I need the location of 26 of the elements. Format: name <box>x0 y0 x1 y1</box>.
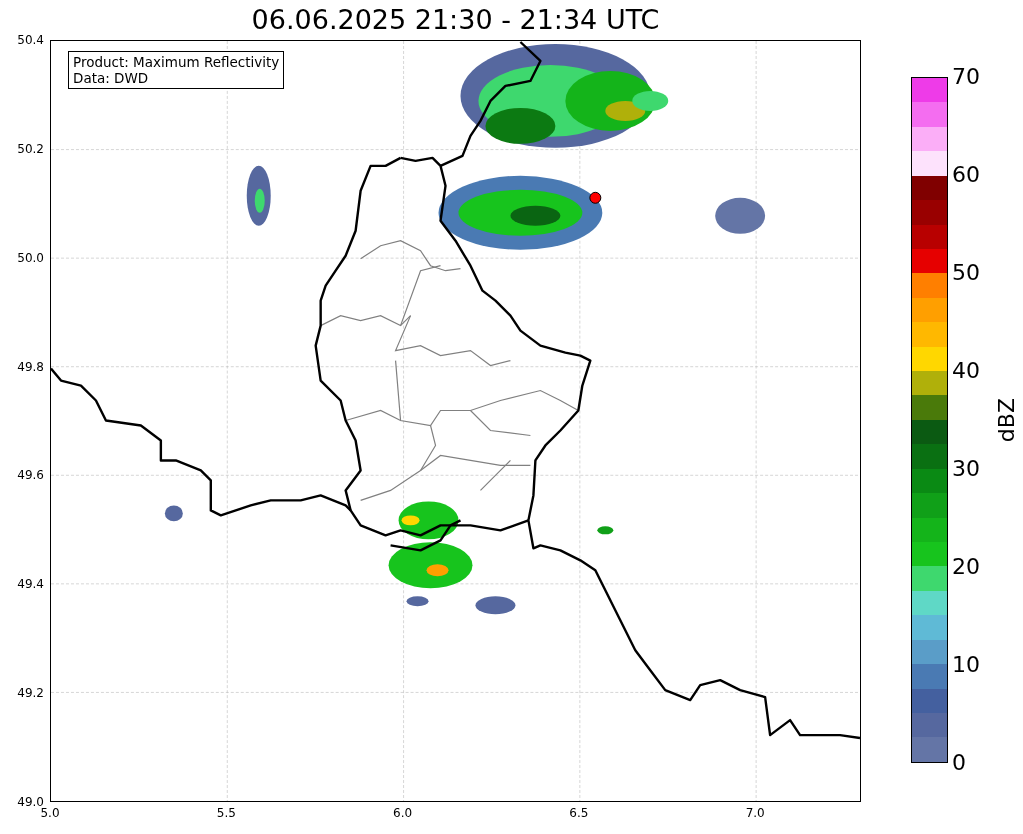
scale-tick-label: 60 <box>951 162 980 188</box>
latitude-tick-label: 49.8 <box>16 358 45 375</box>
chart-title: 06.06.2025 21:30 - 21:34 UTC <box>250 3 661 37</box>
location-marker-icon <box>589 191 602 204</box>
scale-tick-label: 40 <box>951 358 980 384</box>
scale-tick-label: 10 <box>951 652 980 678</box>
longitude-tick-label: 6.0 <box>393 805 413 821</box>
info-text: Data: DWD <box>73 70 150 86</box>
scale-tick-label: 20 <box>951 554 980 580</box>
axis-label: dBZ <box>994 397 1019 443</box>
latitude-tick-label: 49.6 <box>16 467 45 484</box>
scale-tick-label: 30 <box>951 456 980 482</box>
latitude-tick-label: 49.2 <box>16 685 45 702</box>
scale-tick-label: 70 <box>951 64 980 90</box>
latitude-tick-label: 50.4 <box>16 32 45 48</box>
longitude-tick-label: 5.0 <box>40 806 60 821</box>
longitude-tick-label: 7.0 <box>745 805 765 821</box>
scale-tick-label: 50 <box>951 260 980 286</box>
longitude-tick-label: 6.5 <box>569 805 589 821</box>
scale-tick-label: 0 <box>951 750 967 776</box>
longitude-tick-label: 5.5 <box>216 805 236 821</box>
latitude-tick-label: 49.0 <box>16 793 44 809</box>
latitude-tick-label: 50.0 <box>16 249 45 266</box>
latitude-tick-label: 50.2 <box>16 140 45 157</box>
info-text: Product: Maximum Reflectivity <box>73 54 280 70</box>
latitude-tick-label: 49.4 <box>16 576 45 593</box>
